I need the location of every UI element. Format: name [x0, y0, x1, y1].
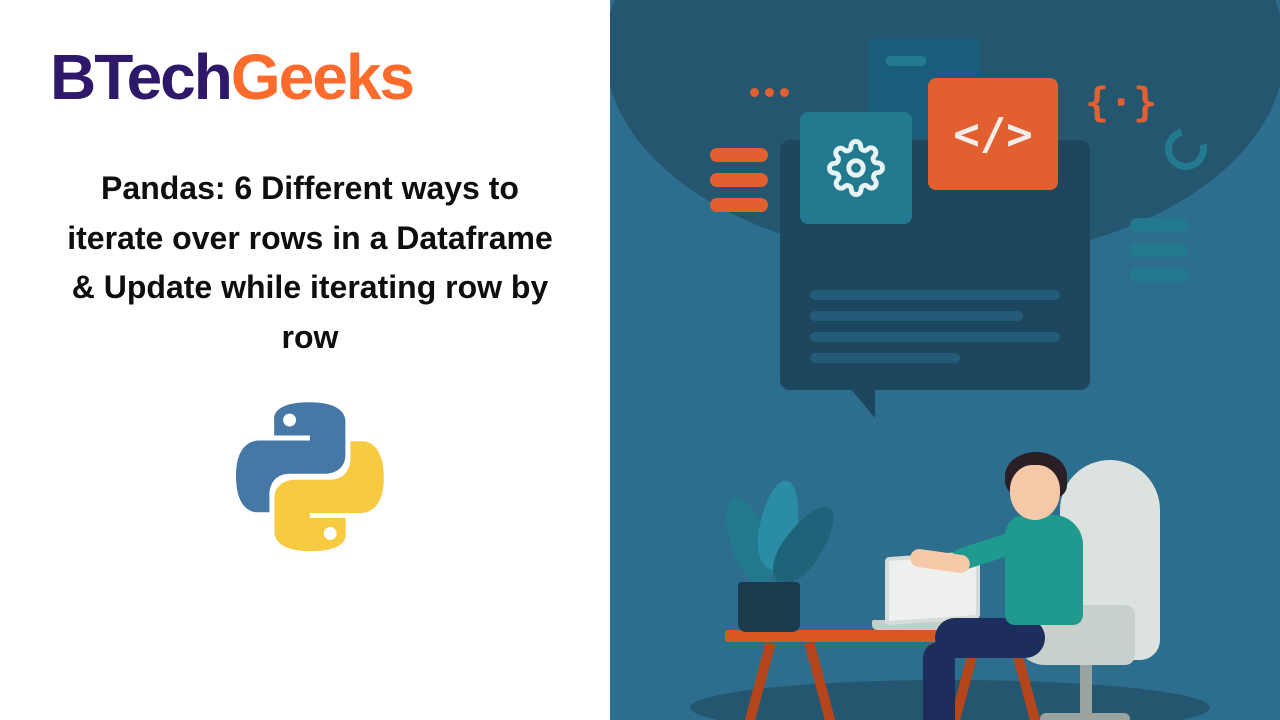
logo-tech: Tech	[94, 41, 231, 113]
code-panel-icon: </>	[928, 78, 1058, 190]
logo-geeks: Geeks	[231, 41, 413, 113]
person-shin	[923, 642, 955, 720]
braces-icon: {·}	[1085, 80, 1157, 126]
article-title: Pandas: 6 Different ways to iterate over…	[50, 164, 570, 362]
site-logo: BTechGeeks	[50, 40, 570, 114]
hamburger-lines-left-icon	[710, 148, 768, 223]
python-logo-icon	[235, 402, 385, 557]
dots-icon	[750, 88, 789, 97]
card-container: BTechGeeks Pandas: 6 Different ways to i…	[0, 0, 1280, 720]
plant-pot	[738, 582, 800, 632]
person-head	[1010, 465, 1060, 520]
left-panel: BTechGeeks Pandas: 6 Different ways to i…	[0, 0, 610, 720]
gear-panel-icon	[800, 112, 912, 224]
logo-b: B	[50, 41, 94, 113]
hamburger-lines-right-icon	[1130, 218, 1188, 293]
illustration-panel: </> {·}	[610, 0, 1280, 720]
speech-lines	[810, 290, 1060, 374]
